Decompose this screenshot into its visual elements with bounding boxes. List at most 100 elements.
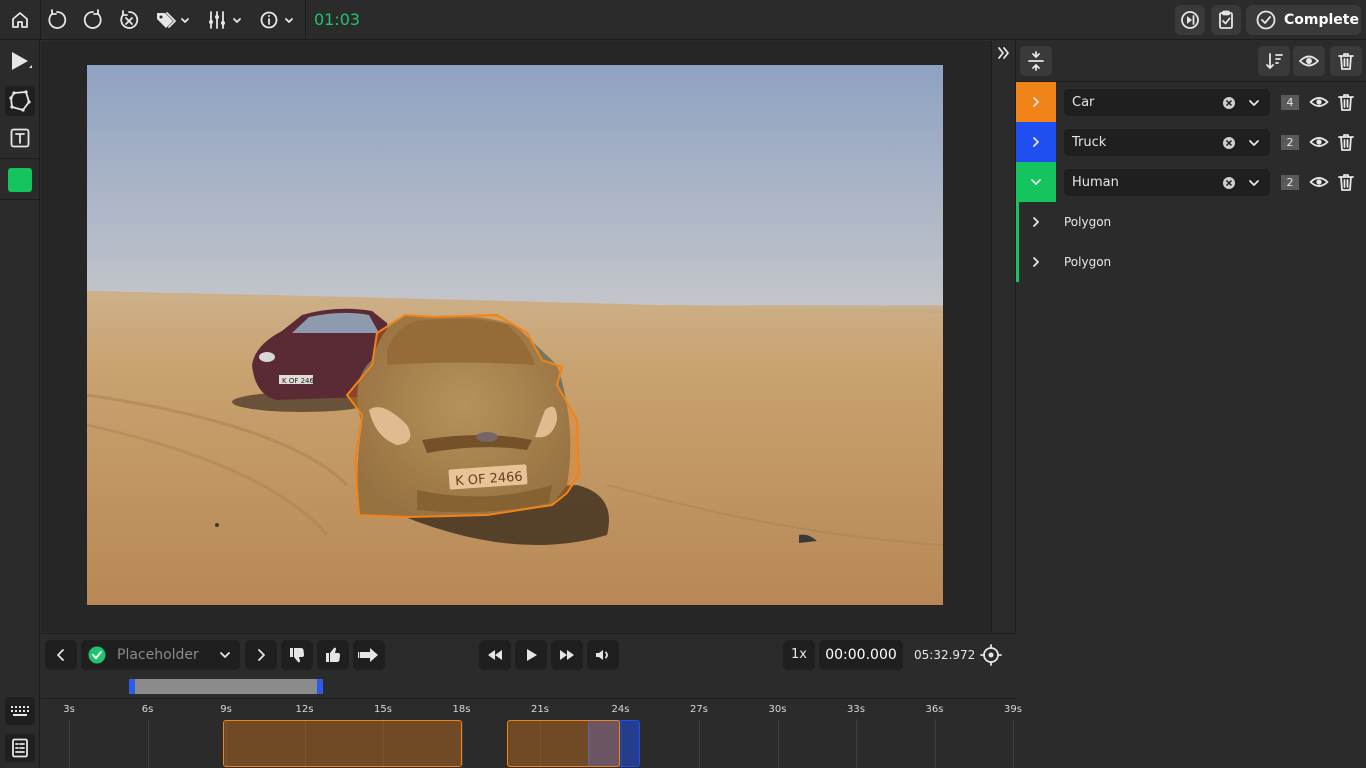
chevron-down-icon[interactable] [1247, 176, 1261, 190]
redo-button[interactable] [82, 6, 104, 34]
skip-button[interactable] [353, 640, 385, 670]
clear-circle-icon[interactable] [1222, 96, 1236, 110]
chevron-right-icon[interactable] [1029, 255, 1043, 269]
polygon-tool[interactable] [5, 86, 35, 116]
reset-button[interactable] [118, 6, 140, 34]
tick-label: 39s [1004, 704, 1022, 715]
tags-icon [157, 12, 189, 28]
instance-row[interactable]: Polygon [1016, 202, 1366, 242]
check-circle-icon [1256, 10, 1276, 30]
tick-label: 3s [63, 704, 75, 715]
sliders-icon [209, 11, 241, 29]
playback-speed-button[interactable]: 1x [783, 640, 815, 670]
cursor-arrow-icon [12, 52, 32, 70]
track-segment[interactable] [507, 720, 620, 767]
tick-label: 18s [452, 704, 471, 715]
desert-cars-photo: K OF 246 K OF 2466 [87, 65, 943, 605]
volume-button[interactable] [587, 640, 619, 670]
chevron-down-icon[interactable] [1247, 136, 1261, 150]
class-panel: Car 4 Truck 2 Human 2 Polygon Polygon [1016, 41, 1366, 768]
prev-item-button[interactable] [45, 640, 77, 670]
color-swatch[interactable] [5, 165, 35, 195]
trash-icon[interactable] [1337, 92, 1355, 112]
tool-sidebar [0, 41, 40, 768]
info-dropdown[interactable] [258, 6, 296, 34]
back-plate-text: K OF 246 [282, 377, 314, 385]
clear-circle-icon[interactable] [1222, 136, 1236, 150]
class-select[interactable]: Truck [1064, 129, 1270, 156]
eye-icon [1299, 55, 1319, 67]
select-tool[interactable] [5, 46, 35, 76]
keyboard-shortcuts-button[interactable] [5, 697, 35, 725]
collapse-all-button[interactable] [1020, 46, 1052, 76]
timeline-scrub-bar[interactable] [41, 675, 1016, 699]
tick-label: 33s [847, 704, 865, 715]
trash-icon[interactable] [1337, 132, 1355, 152]
annotation-timeline[interactable]: 3s 6s 9s 12s 15s 18s 21s 24s 27s 30s 33s 36s 39s [41, 699, 1022, 768]
sort-button[interactable] [1258, 46, 1290, 76]
class-row-human[interactable]: Human 2 [1016, 162, 1366, 202]
window-handle-left[interactable] [129, 679, 135, 694]
play-button[interactable] [515, 640, 547, 670]
text-tool[interactable] [5, 123, 35, 153]
skip-frame-button[interactable] [1175, 5, 1205, 35]
chevron-down-icon [220, 652, 230, 658]
review-checklist-button[interactable] [1211, 5, 1241, 35]
text-box-icon [10, 128, 30, 148]
approve-button[interactable] [317, 640, 349, 670]
tick-line [777, 719, 779, 768]
tick-line [856, 719, 857, 768]
class-row-car[interactable]: Car 4 [1016, 82, 1366, 122]
trash-icon[interactable] [1337, 172, 1355, 192]
adjustments-dropdown[interactable] [206, 6, 244, 34]
complete-button[interactable]: Complete [1246, 5, 1361, 35]
panel-collapse-strip [991, 41, 1016, 632]
class-row-truck[interactable]: Truck 2 [1016, 122, 1366, 162]
tick-line [147, 719, 149, 768]
annotation-canvas[interactable]: K OF 246 K OF 2466 [41, 41, 991, 632]
clipboard-check-icon [1219, 10, 1233, 29]
tick-line [699, 719, 700, 768]
tick-line [69, 719, 70, 768]
window-handle-right[interactable] [317, 679, 323, 694]
timeline-window[interactable] [129, 679, 323, 694]
class-name: Human [1072, 175, 1119, 190]
track-segment[interactable] [223, 720, 462, 767]
instance-label: Polygon [1064, 215, 1112, 229]
delete-all-button[interactable] [1330, 46, 1362, 76]
eye-icon[interactable] [1309, 133, 1329, 151]
crosshair-target-icon[interactable] [980, 644, 1002, 666]
next-item-button[interactable] [245, 640, 277, 670]
arrow-right-icon [358, 648, 378, 662]
tags-dropdown[interactable] [154, 6, 192, 34]
class-select[interactable]: Human [1064, 169, 1270, 196]
frame-image[interactable]: K OF 246 K OF 2466 [87, 65, 943, 605]
thumbs-up-icon [326, 647, 340, 662]
rewind-button[interactable] [479, 640, 511, 670]
expand-toggle[interactable] [1016, 162, 1056, 202]
chevron-right-icon[interactable] [1029, 215, 1043, 229]
expand-toggle[interactable] [1016, 122, 1056, 162]
reject-button[interactable] [281, 640, 313, 670]
home-button[interactable] [8, 6, 32, 34]
current-time-input[interactable]: 00:00.000 [819, 640, 903, 670]
eye-icon[interactable] [1309, 93, 1329, 111]
class-name: Truck [1072, 135, 1107, 150]
check-badge-icon [88, 646, 106, 664]
instance-count: 2 [1281, 135, 1299, 150]
class-select[interactable]: Car [1064, 89, 1270, 116]
instance-row[interactable]: Polygon [1016, 242, 1366, 282]
instance-count: 2 [1281, 175, 1299, 190]
status-select[interactable]: Placeholder [81, 640, 240, 670]
undo-button[interactable] [46, 6, 68, 34]
double-chevron-right-icon[interactable] [997, 46, 1011, 60]
home-icon [12, 12, 28, 28]
clear-circle-icon[interactable] [1222, 176, 1236, 190]
eye-icon[interactable] [1309, 173, 1329, 191]
expand-toggle[interactable] [1016, 82, 1056, 122]
instructions-button[interactable] [5, 734, 35, 762]
chevron-down-icon[interactable] [1247, 96, 1261, 110]
instance-label: Polygon [1064, 255, 1112, 269]
fast-forward-button[interactable] [551, 640, 583, 670]
toggle-visibility-all-button[interactable] [1293, 46, 1325, 76]
